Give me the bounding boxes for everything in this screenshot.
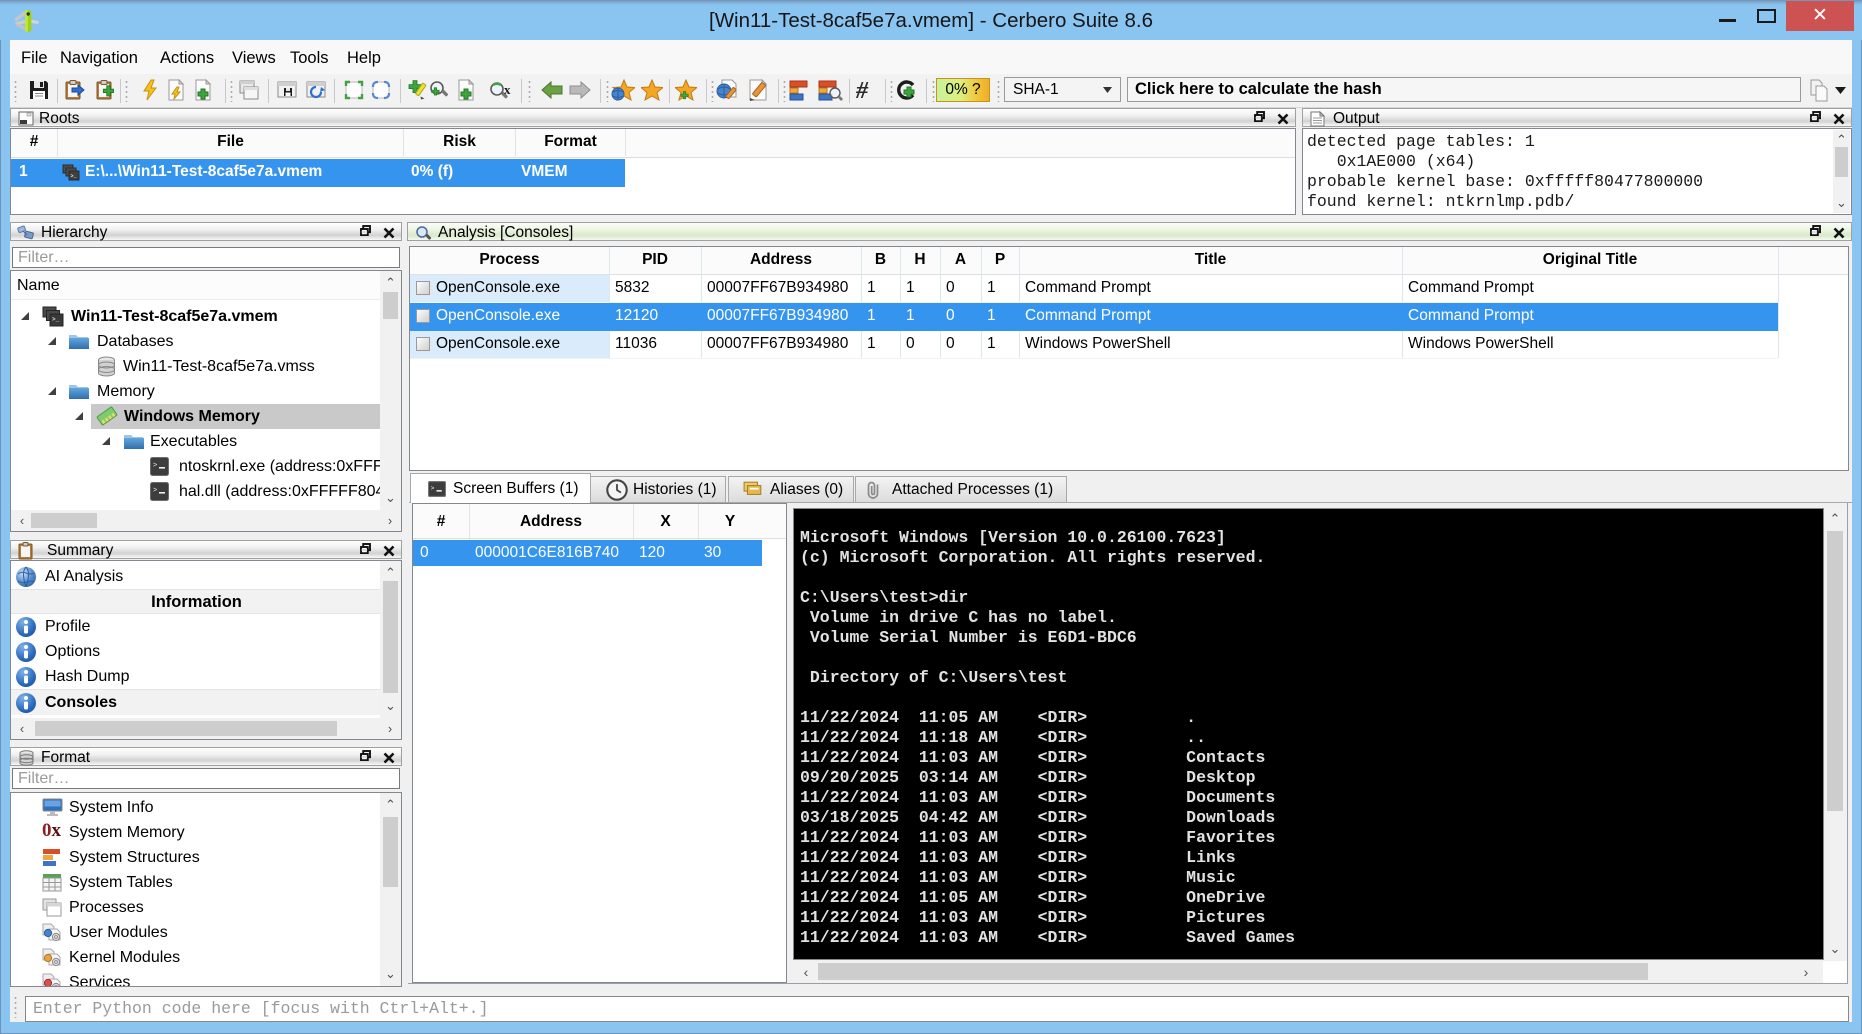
svg-text:#: # <box>855 79 869 101</box>
svg-text:>: > <box>431 485 435 492</box>
svg-text:>_: >_ <box>71 174 78 180</box>
svg-text:x: x <box>504 82 511 97</box>
svg-text:>: > <box>153 487 157 495</box>
svg-text:>_: >_ <box>52 316 60 323</box>
svg-text:>: > <box>153 462 157 470</box>
